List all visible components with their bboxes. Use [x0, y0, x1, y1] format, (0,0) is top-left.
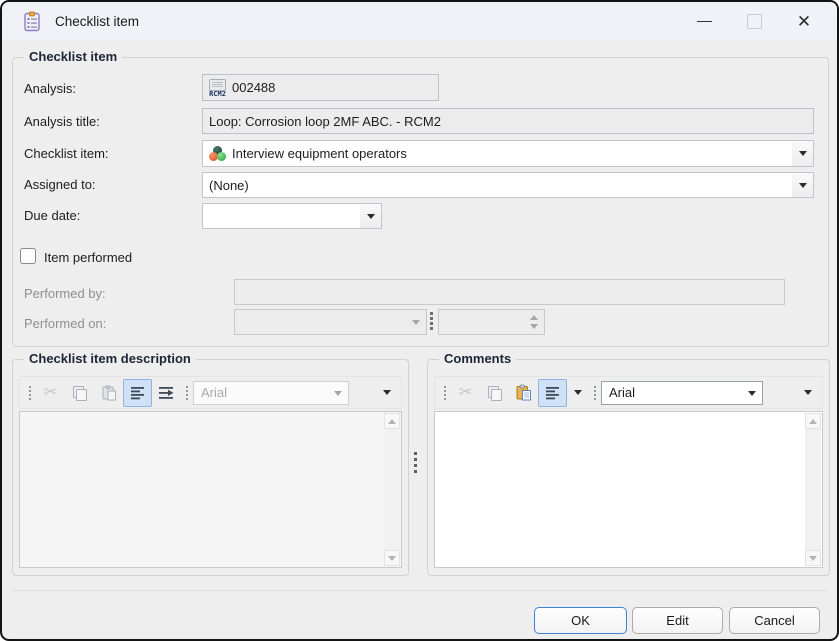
minimize-button[interactable]: [681, 2, 727, 40]
ok-button[interactable]: OK: [534, 607, 627, 634]
scroll-up-button[interactable]: [805, 413, 821, 429]
minimize-icon: [696, 20, 712, 22]
copy-icon: [73, 385, 87, 401]
font-combobox[interactable]: Arial: [601, 380, 763, 405]
toolbar-overflow-button[interactable]: [798, 380, 818, 406]
cancel-button[interactable]: Cancel: [729, 607, 820, 634]
indent-icon: [159, 386, 174, 399]
close-icon: ✕: [796, 11, 812, 31]
checklist-item-value: Interview equipment operators: [232, 146, 407, 161]
scroll-up-icon: [388, 418, 396, 424]
chevron-down-icon[interactable]: [360, 204, 381, 228]
label-assigned-to: Assigned to:: [24, 177, 96, 192]
cut-button: ✂: [36, 379, 65, 407]
splitter-handle[interactable]: [414, 452, 417, 473]
grip-handle[interactable]: [444, 385, 446, 400]
grip-handle[interactable]: [594, 385, 596, 400]
label-checklist-item: Checklist item:: [24, 146, 109, 161]
spinner-down-icon: [530, 324, 538, 329]
chevron-down-icon: [334, 390, 342, 396]
spinner-up-icon: [530, 315, 538, 320]
checklist-icon: [22, 11, 43, 32]
copy-icon: [488, 385, 502, 401]
toolbar-overflow-button[interactable]: [377, 380, 397, 406]
scrollbar[interactable]: [805, 413, 821, 566]
scroll-up-button[interactable]: [384, 413, 400, 429]
rcm2-icon: RCM2: [209, 79, 226, 98]
scrollbar[interactable]: [384, 413, 400, 566]
assigned-to-value: (None): [209, 177, 249, 193]
close-button[interactable]: ✕: [781, 2, 827, 40]
maximize-icon: [746, 13, 762, 29]
align-left-icon: [546, 386, 559, 399]
scroll-down-button[interactable]: [805, 550, 821, 566]
indent-button[interactable]: [152, 379, 181, 407]
performed-on-date-combobox: [234, 309, 427, 335]
buttons-separator: [12, 590, 827, 591]
label-analysis: Analysis:: [24, 81, 77, 96]
group-comments: Comments ✂ Arial: [427, 351, 830, 576]
label-due-date: Due date:: [24, 208, 81, 223]
scissors-icon: ✂: [458, 383, 473, 401]
description-textarea[interactable]: [19, 411, 402, 568]
chevron-down-icon: [383, 390, 391, 395]
maximize-button: [731, 2, 777, 40]
titlebar: Checklist item ✕: [2, 2, 837, 40]
window-title: Checklist item: [55, 13, 140, 29]
font-value: Arial: [609, 385, 636, 400]
scroll-up-icon: [809, 418, 817, 424]
chevron-down-icon: [405, 310, 426, 334]
align-left-button[interactable]: [538, 378, 567, 407]
align-left-button[interactable]: [123, 378, 152, 407]
edit-button[interactable]: Edit: [632, 607, 723, 634]
paste-icon: [102, 384, 116, 400]
label-performed-by: Performed by:: [24, 286, 106, 301]
analysis-title-field: Loop: Corrosion loop 2MF ABC. - RCM2: [202, 108, 814, 134]
assigned-to-combobox[interactable]: (None): [202, 172, 814, 198]
text-style-dropdown-button[interactable]: [567, 379, 589, 407]
scroll-down-icon: [809, 555, 817, 561]
toolbar-grip-dots: [430, 312, 433, 330]
comments-toolbar: ✂ Arial: [434, 376, 823, 409]
analysis-field: RCM2 002488: [202, 74, 439, 101]
performed-by-field: [234, 279, 785, 305]
checklist-item-combobox[interactable]: Interview equipment operators: [202, 140, 814, 167]
group-description: Checklist item description ✂ Arial: [12, 351, 409, 576]
paste-button: [94, 379, 123, 407]
item-performed-checkbox[interactable]: [20, 248, 36, 264]
group-description-title: Checklist item description: [24, 351, 196, 366]
label-item-performed[interactable]: Item performed: [44, 250, 132, 265]
chevron-down-icon: [574, 390, 582, 395]
group-checklist-item-title: Checklist item: [24, 49, 123, 64]
label-performed-on: Performed on:: [24, 316, 107, 331]
font-combobox: Arial: [193, 380, 349, 405]
analysis-title-value: Loop: Corrosion loop 2MF ABC. - RCM2: [209, 113, 441, 129]
cut-button: ✂: [451, 379, 480, 407]
scroll-down-button[interactable]: [384, 550, 400, 566]
due-date-combobox[interactable]: [202, 203, 382, 229]
copy-button: [65, 379, 94, 407]
scroll-down-icon: [388, 555, 396, 561]
label-analysis-title: Analysis title:: [24, 114, 100, 129]
copy-button: [480, 379, 509, 407]
checklist-item-dialog: Checklist item ✕ Checklist item Analysis…: [0, 0, 839, 641]
chevron-down-icon[interactable]: [792, 141, 813, 166]
checklist-item-icon: [209, 145, 226, 162]
group-comments-title: Comments: [439, 351, 517, 366]
paste-icon: [516, 384, 531, 401]
chevron-down-icon: [804, 390, 812, 395]
comments-textarea[interactable]: [434, 411, 823, 568]
grip-handle[interactable]: [186, 385, 188, 400]
paste-button[interactable]: [509, 379, 538, 407]
chevron-down-icon: [748, 390, 756, 396]
performed-on-time-spinner: [438, 309, 545, 335]
chevron-down-icon[interactable]: [792, 173, 813, 197]
description-toolbar: ✂ Arial: [19, 376, 402, 409]
scissors-icon: ✂: [43, 383, 58, 401]
grip-handle[interactable]: [29, 385, 31, 400]
font-value: Arial: [201, 385, 228, 400]
align-left-icon: [131, 386, 144, 399]
analysis-value: 002488: [232, 80, 276, 95]
